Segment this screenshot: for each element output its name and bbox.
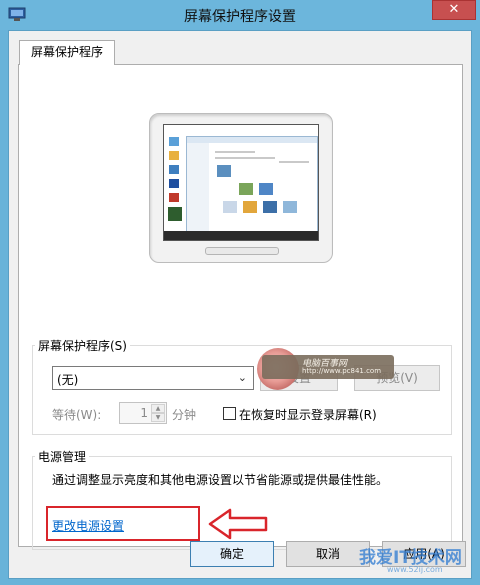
close-icon: ✕: [448, 2, 460, 17]
preview-thumbnail: [243, 201, 257, 213]
preview-thumbnail: [283, 201, 297, 213]
tab-screensaver[interactable]: 屏幕保护程序: [19, 40, 115, 65]
screensaver-select[interactable]: (无) ⌄: [52, 366, 254, 390]
wait-minutes-value: 1: [140, 406, 148, 420]
dialog-client-area: 屏幕保护程序 屏幕保护程序(S) (无) ⌄ 预览(V) 电脑百事网 http:…: [8, 30, 472, 579]
chevron-down-icon: ⌄: [237, 371, 247, 384]
preview-screen: [163, 124, 319, 241]
highlight-box: [46, 506, 200, 541]
preview-thumbnail: [223, 201, 237, 213]
preview-thumbnail: [239, 183, 253, 195]
footer-watermark: 我爱IT技术网 www.52ij.com: [329, 541, 479, 575]
power-description: 通过调整显示亮度和其他电源设置以节省能源或提供最佳性能。: [52, 473, 389, 487]
spin-down-icon[interactable]: ▼: [151, 413, 165, 422]
preview-thumbnail: [259, 183, 273, 195]
desktop-icons: [168, 137, 182, 221]
tab-panel: 屏幕保护程序(S) (无) ⌄ 设置 预览(V) 电脑百事网 http://ww…: [18, 64, 463, 550]
footer-watermark-url: www.52ij.com: [387, 565, 443, 574]
wait-minutes-stepper[interactable]: 1 ▲ ▼: [119, 402, 167, 424]
preview-line: [215, 157, 275, 159]
wait-label: 等待(W):: [52, 408, 102, 422]
power-group-legend: 电源管理: [35, 448, 90, 465]
badge-watermark-url: http://www.pc841.com: [302, 367, 382, 375]
close-button[interactable]: ✕: [432, 0, 476, 20]
preview-explorer-window: [186, 136, 318, 233]
badge-watermark: 电脑百事网 http://www.pc841.com: [262, 355, 394, 379]
preview-window-sidebar: [187, 143, 209, 233]
preview-thumbnail: [263, 201, 277, 213]
preview-line: [279, 161, 309, 163]
resume-logon-label[interactable]: 在恢复时显示登录屏幕(R): [239, 406, 377, 423]
ok-button[interactable]: 确定: [190, 541, 274, 567]
screensaver-group-legend: 屏幕保护程序(S): [35, 337, 130, 354]
window-title: 屏幕保护程序设置: [184, 9, 296, 25]
monitor-preview: [149, 113, 333, 263]
preview-taskbar: [164, 231, 318, 240]
preview-line: [215, 151, 255, 153]
spin-up-icon[interactable]: ▲: [151, 404, 165, 413]
screensaver-select-value: (无): [57, 373, 79, 387]
dialog-window: 屏幕保护程序设置 ✕ 屏幕保护程序 屏幕保护程序(S) (无) ⌄ 预览(V) …: [0, 0, 480, 585]
preview-thumbnail: [217, 165, 231, 177]
title-bar[interactable]: 屏幕保护程序设置 ✕: [0, 0, 480, 30]
resume-logon-checkbox[interactable]: [223, 407, 236, 420]
monitor-stand: [205, 247, 279, 255]
arrow-left-icon: [208, 508, 268, 540]
wait-unit-label: 分钟: [172, 408, 197, 422]
